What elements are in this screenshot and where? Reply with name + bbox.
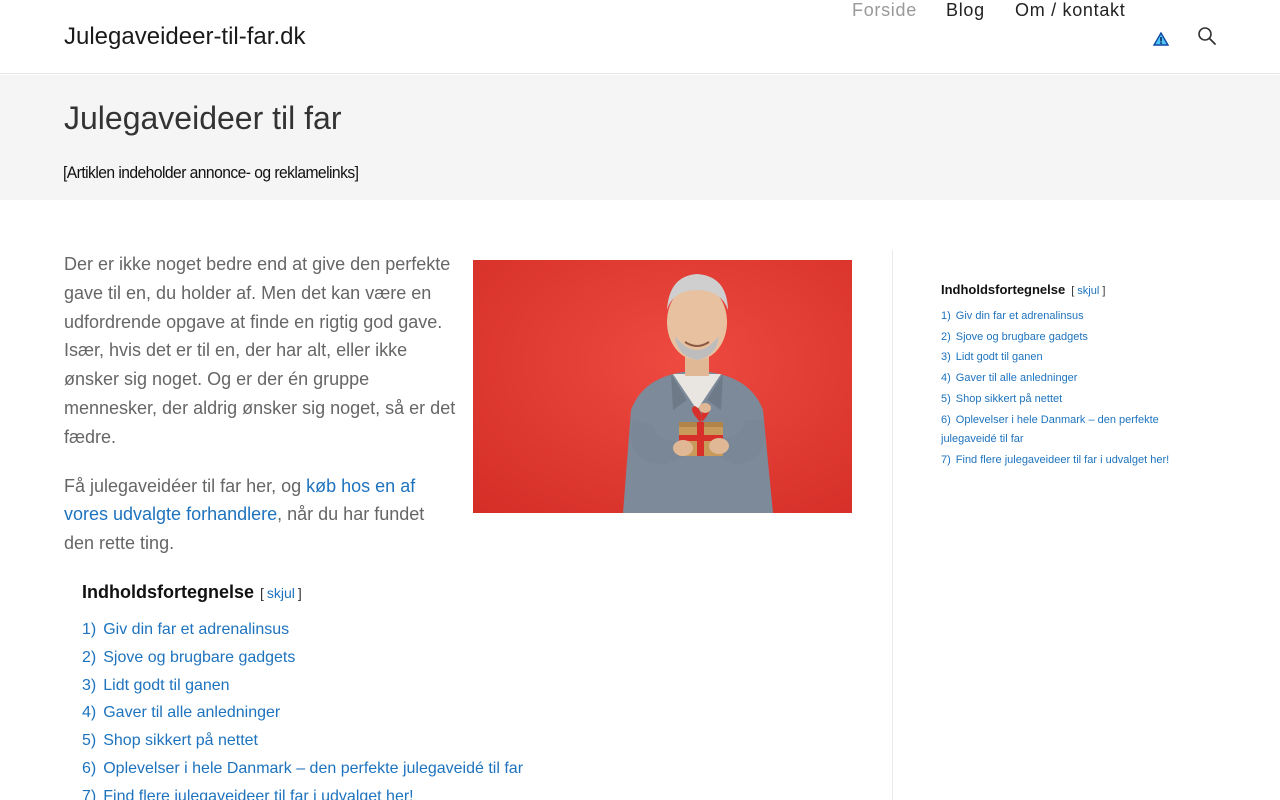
toc-item[interactable]: 3) Lidt godt til ganen [82,672,782,700]
nav-item-forside[interactable]: Forside [852,0,917,21]
intro-paragraph: Der er ikke noget bedre end at give den … [64,254,456,447]
sidebar-toc-item[interactable]: 7) Find flere julegaveideer til far i udv… [941,450,1201,471]
sidebar-toc-heading-text: Indholdsfortegnelse [941,282,1066,297]
toc-heading: Indholdsfortegnelse [skjul] [82,582,782,603]
toc-item-number: 7) [82,787,97,800]
toc-item-number: 3) [82,676,97,694]
sidebar-toc-item[interactable]: 3) Lidt godt til ganen [941,347,1201,368]
toc-toggle: [skjul] [260,585,302,601]
toc-item-number: 6) [82,759,97,777]
toc-item-label[interactable]: Gaver til alle anledninger [103,704,280,721]
sidebar-toc-item-number: 6) [941,413,951,426]
sidebar-divider [892,250,893,800]
sidebar-toc-item[interactable]: 6) Oplevelser i hele Danmark – den perfek… [941,410,1201,450]
toc-item-label[interactable]: Oplevelser i hele Danmark – den perfekte… [103,760,523,777]
toc-item[interactable]: 6) Oplevelser i hele Danmark – den perfek… [82,755,782,783]
table-of-contents: Indholdsfortegnelse [skjul] 1) Giv din far… [82,582,782,800]
intro-paragraph-cta: Få julegaveidéer til far her, og køb hos… [64,472,458,558]
sidebar-toc-heading: Indholdsfortegnelse [skjul] [941,282,1201,297]
toc-item-number: 4) [82,704,97,722]
cta-prefix: Få julegaveidéer til far her, og [64,475,307,496]
toc-item-label[interactable]: Shop sikkert på nettet [103,732,258,749]
toc-item-label[interactable]: Find flere julegaveideer til far i udval… [103,788,413,800]
toc-toggle-open: [ [260,585,264,601]
sidebar-toc-item-number: 5) [941,392,951,405]
toc-list: 1) Giv din far et adrenalinsus 2) Sjove og… [82,616,782,800]
sidebar-toc-item-number: 1) [941,310,951,322]
sidebar-toc-item-number: 2) [941,330,951,343]
sidebar-toc-hide-link[interactable]: skjul [1077,285,1099,297]
toc-item[interactable]: 5) Shop sikkert på nettet [82,727,782,755]
toc-item-number: 2) [82,648,97,666]
page-title: Julegaveideer til far [64,100,342,136]
intro-text: Der er ikke noget bedre end at give den … [64,250,458,578]
site-title[interactable]: Julegaveideer-til-far.dk [64,23,305,51]
sidebar-toc-toggle-close: ] [1102,285,1106,297]
sidebar-toc-item-number: 4) [941,372,951,385]
nav-item-om-kontakt[interactable]: Om / kontakt [1015,0,1125,21]
toc-item-label[interactable]: Lidt godt til ganen [103,677,229,694]
sidebar-toc-item[interactable]: 1) Giv din far et adrenalinsus [941,306,1201,327]
nav-item-blog[interactable]: Blog [946,0,985,21]
toc-item[interactable]: 1) Giv din far et adrenalinsus [82,616,782,644]
sidebar-toc-item-label[interactable]: Lidt godt til ganen [956,351,1043,363]
toc-item-label[interactable]: Sjove og brugbare gadgets [103,649,295,666]
sidebar-toc-item-label[interactable]: Sjove og brugbare gadgets [956,331,1088,343]
search-icon[interactable] [1197,26,1217,46]
toc-toggle-close: ] [297,585,302,601]
toc-item[interactable]: 4) Gaver til alle anledninger [82,699,782,727]
toc-item-number: 5) [82,732,97,750]
warning-icon[interactable] [1152,31,1170,46]
sidebar-table-of-contents: Indholdsfortegnelse [skjul] 1) Giv din far… [941,282,1201,470]
toc-item[interactable]: 2) Sjove og brugbare gadgets [82,644,782,672]
sidebar-toc-item-number: 7) [941,453,951,466]
toc-heading-text: Indholdsfortegnelse [82,582,255,602]
sidebar-toc-item-label[interactable]: Giv din far et adrenalinsus [956,310,1084,322]
sidebar-toc-item-label[interactable]: Gaver til alle anledninger [956,372,1078,384]
site-header: Julegaveideer-til-far.dk Forside Blog Om… [0,0,1280,74]
toc-item-number: 1) [82,621,97,638]
sidebar-toc-item-label[interactable]: Find flere julegaveideer til far i udval… [956,454,1169,466]
sidebar-toc-item[interactable]: 4) Gaver til alle anledninger [941,368,1201,389]
sidebar-toc-item[interactable]: 2) Sjove og brugbare gadgets [941,327,1201,348]
sidebar-toc-item-number: 3) [941,351,951,364]
toc-hide-link[interactable]: skjul [267,585,295,601]
toc-item-label[interactable]: Giv din far et adrenalinsus [103,621,289,638]
sidebar-toc-toggle-open: [ [1071,285,1075,297]
sidebar-toc-list: 1) Giv din far et adrenalinsus 2) Sjove og… [941,306,1201,470]
hero-image [473,260,852,513]
sidebar-toc-item[interactable]: 5) Shop sikkert på nettet [941,389,1201,410]
sidebar-toc-item-label[interactable]: Oplevelser i hele Danmark – den perfekte… [941,414,1159,445]
ad-disclaimer: [Artiklen indeholder annonce- og reklame… [63,163,359,182]
toc-item[interactable]: 7) Find flere julegaveideer til far i udv… [82,783,782,800]
sidebar-toc-item-label[interactable]: Shop sikkert på nettet [956,393,1062,405]
sidebar-toc-toggle: [skjul] [1071,285,1105,297]
